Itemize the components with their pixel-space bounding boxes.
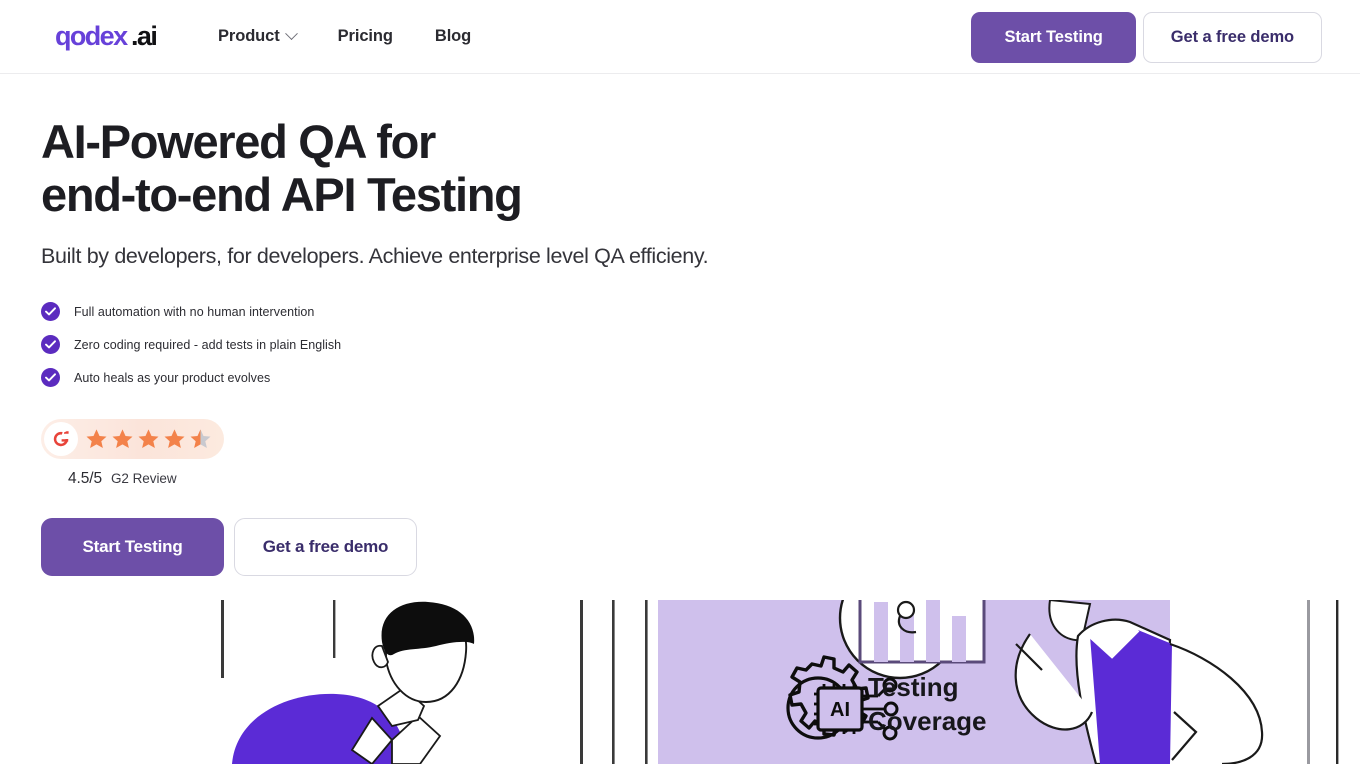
hero-subtitle: Built by developers, for developers. Ach… [41, 244, 709, 269]
qodex-ai-logo-icon: qodex .ai [55, 21, 158, 51]
bar-chart [858, 600, 986, 664]
hero-get-free-demo-button[interactable]: Get a free demo [234, 518, 417, 577]
nav-link-pricing[interactable]: Pricing [317, 21, 414, 52]
star-icon [164, 429, 185, 449]
panel-label-line2: Coverage [868, 706, 987, 736]
rating-source: G2 Review [110, 471, 177, 487]
list-item: Auto heals as your product evolves [41, 361, 1360, 394]
panel-label-line1: Testing [868, 672, 959, 702]
rating-score: 4.5/5 [68, 470, 102, 488]
decor-line [580, 600, 583, 764]
hero-section: AI-Powered QA for end-to-end API Testing… [0, 74, 1360, 577]
decor-line [1336, 600, 1339, 764]
svg-text:.ai: .ai [131, 21, 156, 51]
feature-bullet-list: Full automation with no human interventi… [41, 295, 1360, 394]
svg-text:qodex: qodex [55, 21, 128, 51]
svg-text:AI: AI [830, 699, 850, 721]
list-item-label: Auto heals as your product evolves [74, 370, 271, 385]
nav-actions: Start Testing Get a free demo [971, 12, 1322, 63]
star-icon [112, 429, 133, 449]
list-item-label: Zero coding required - add tests in plai… [74, 337, 342, 352]
top-navigation-bar: qodex .ai Product Pricing Blog Start Tes… [0, 0, 1360, 74]
hero-cta-row: Start Testing Get a free demo [41, 518, 1360, 577]
star-icon [138, 429, 159, 449]
nav-link-pricing-label: Pricing [337, 27, 393, 45]
check-circle-icon [41, 368, 60, 388]
list-item: Full automation with no human interventi… [41, 295, 1360, 328]
rating-caption: 4.5/5 G2 Review [68, 470, 1360, 488]
decor-line [1307, 600, 1310, 764]
star-rating [84, 427, 213, 451]
list-item: Zero coding required - add tests in plai… [41, 328, 1360, 361]
decor-line [612, 600, 615, 764]
star-icon [86, 429, 107, 449]
check-circle-icon [41, 335, 60, 355]
qa-testing-dashboard-illustration: AI Testing Coverage [0, 600, 1360, 764]
g2-rating-pill [41, 419, 224, 460]
illustration-artwork: AI Testing Coverage [221, 600, 1339, 764]
star-half-icon [190, 429, 211, 449]
decor-line [645, 600, 648, 764]
brand-logo[interactable]: qodex .ai [55, 17, 175, 57]
list-item-label: Full automation with no human interventi… [74, 304, 315, 319]
page-title: AI-Powered QA for end-to-end API Testing [41, 115, 523, 221]
decor-line [333, 600, 336, 658]
g2-logo-icon [44, 422, 78, 457]
nav-start-testing-button[interactable]: Start Testing [971, 12, 1136, 63]
nav-link-blog-label: Blog [434, 27, 472, 45]
check-circle-icon [41, 302, 60, 322]
chevron-down-icon [284, 27, 298, 41]
nav-links: Product Pricing Blog [197, 21, 492, 52]
g2-rating-block: 4.5/5 G2 Review [41, 419, 1360, 488]
decor-line [221, 600, 224, 678]
person-right-shirt [1090, 630, 1172, 764]
nav-link-blog[interactable]: Blog [414, 21, 492, 52]
hero-start-testing-button[interactable]: Start Testing [41, 518, 224, 577]
nav-link-product-label: Product [218, 27, 280, 45]
nav-get-free-demo-button[interactable]: Get a free demo [1142, 12, 1322, 63]
nav-link-product[interactable]: Product [197, 21, 317, 52]
